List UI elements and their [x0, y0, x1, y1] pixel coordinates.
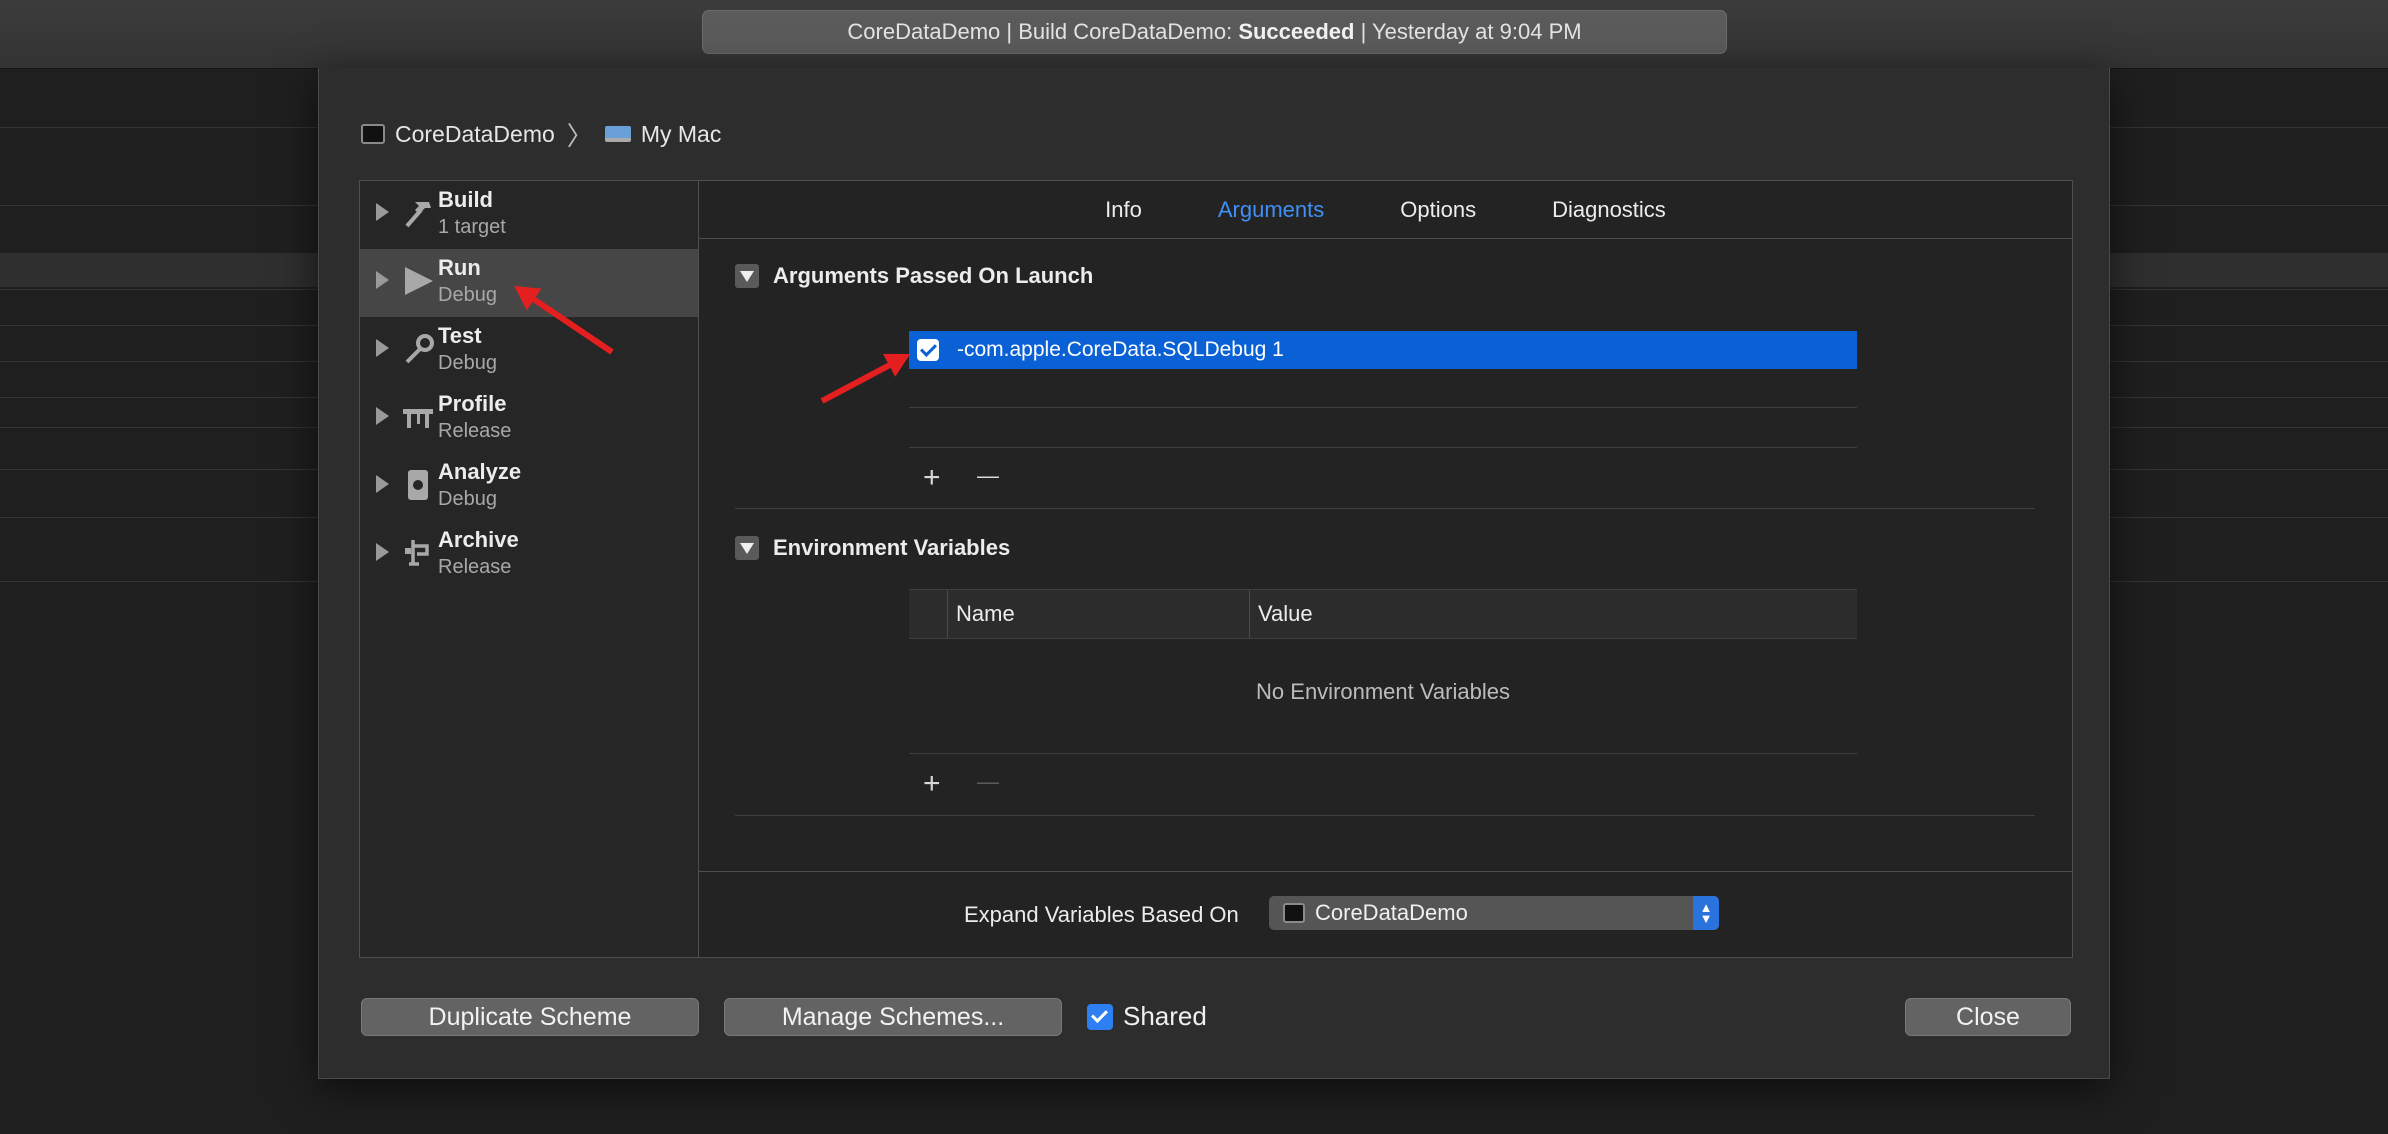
expand-variables-bar: Expand Variables Based On CoreDataDemo ▲… — [699, 871, 2072, 958]
sidebar-item-test[interactable]: Test Debug — [360, 317, 698, 385]
disclosure-icon[interactable] — [376, 339, 389, 357]
sidebar-item-title: Test — [438, 323, 482, 348]
sidebar-item-subtitle: Debug — [438, 352, 497, 374]
status-result: Succeeded — [1238, 19, 1355, 44]
argument-value[interactable]: -com.apple.CoreData.SQLDebug 1 — [957, 338, 1284, 362]
laptop-icon — [604, 126, 631, 142]
breadcrumb-destination[interactable]: My Mac — [641, 121, 722, 148]
disclosure-icon[interactable] — [376, 475, 389, 493]
sidebar-item-analyze[interactable]: Analyze Debug — [360, 453, 698, 521]
shared-checkbox[interactable] — [1087, 1003, 1113, 1030]
column-value-label: Value — [1258, 601, 1313, 626]
archive-icon — [400, 533, 436, 573]
remove-argument-button[interactable]: — — [977, 461, 999, 491]
disclosure-icon[interactable] — [376, 271, 389, 289]
column-name[interactable]: Name — [947, 590, 1246, 638]
sidebar-item-title: Run — [438, 255, 481, 280]
scheme-editor-sheet: CoreDataDemo 〉 My Mac Build 1 target Run… — [318, 68, 2110, 1079]
close-button[interactable]: Close — [1905, 998, 2071, 1036]
tab-arguments[interactable]: Arguments — [1180, 197, 1362, 223]
wrench-icon — [400, 329, 436, 369]
sidebar-item-profile[interactable]: Profile Release — [360, 385, 698, 453]
environment-table-header: Name Value — [909, 589, 1857, 639]
app-icon — [361, 124, 385, 144]
shared-label: Shared — [1123, 1001, 1207, 1031]
chevron-updown-icon: ▲ ▼ — [1693, 896, 1719, 930]
expand-variables-popup[interactable]: CoreDataDemo ▲ ▼ — [1269, 896, 1719, 930]
tab-options[interactable]: Options — [1362, 197, 1514, 223]
popup-value: CoreDataDemo — [1315, 900, 1468, 925]
disclosure-icon[interactable] — [376, 543, 389, 561]
tab-diagnostics[interactable]: Diagnostics — [1514, 197, 1704, 223]
app-icon — [1283, 903, 1305, 923]
sidebar-item-build[interactable]: Build 1 target — [360, 181, 698, 249]
empty-state-text: No Environment Variables — [1256, 679, 1510, 704]
sidebar-item-archive[interactable]: Archive Release — [360, 521, 698, 589]
play-icon — [400, 261, 436, 301]
disclosure-icon[interactable] — [376, 407, 389, 425]
column-value[interactable]: Value — [1249, 590, 1858, 638]
sidebar-item-title: Profile — [438, 391, 507, 416]
sidebar-item-title: Analyze — [438, 459, 522, 484]
arguments-section-header[interactable]: Arguments Passed On Launch — [735, 263, 1093, 289]
manage-schemes-button[interactable]: Manage Schemes... — [724, 998, 1062, 1036]
add-variable-button[interactable]: + — [923, 769, 941, 799]
status-suffix: | Yesterday at 9:04 PM — [1354, 19, 1582, 44]
collapse-triangle-icon[interactable] — [735, 264, 759, 288]
chevron-right-icon: 〉 — [566, 120, 593, 151]
sidebar-item-subtitle: Release — [438, 420, 512, 442]
sidebar-item-subtitle: Debug — [438, 488, 497, 510]
column-name-label: Name — [956, 601, 1015, 626]
tab-bar: Info Arguments Options Diagnostics — [699, 181, 2072, 239]
status-prefix: CoreDataDemo | Build CoreDataDemo: — [847, 19, 1239, 44]
sidebar-item-title: Archive — [438, 527, 519, 552]
tab-info[interactable]: Info — [1067, 197, 1180, 223]
argument-checkbox[interactable] — [917, 339, 939, 361]
scheme-panel: Build 1 target Run Debug Test Debug Prof… — [359, 180, 2073, 958]
collapse-triangle-icon[interactable] — [735, 536, 759, 560]
activity-status: CoreDataDemo | Build CoreDataDemo: Succe… — [702, 10, 1727, 54]
breadcrumb-scheme[interactable]: CoreDataDemo — [395, 121, 555, 148]
shared-toggle[interactable]: Shared — [1087, 1001, 1207, 1032]
duplicate-scheme-button[interactable]: Duplicate Scheme — [361, 998, 699, 1036]
sidebar-item-subtitle: 1 target — [438, 216, 506, 238]
toolbar: CoreDataDemo | Build CoreDataDemo: Succe… — [0, 0, 2388, 69]
section-title: Arguments Passed On Launch — [773, 263, 1094, 288]
argument-row[interactable]: -com.apple.CoreData.SQLDebug 1 — [909, 331, 1857, 369]
section-title: Environment Variables — [773, 535, 1011, 560]
run-action-content: Info Arguments Options Diagnostics Argum… — [699, 181, 2072, 957]
sidebar-item-subtitle: Release — [438, 556, 512, 578]
disclosure-icon[interactable] — [376, 203, 389, 221]
hammer-icon — [400, 193, 436, 233]
sidebar-item-subtitle: Debug — [438, 284, 497, 306]
instruments-icon — [400, 397, 436, 437]
remove-variable-button: — — [977, 769, 999, 794]
environment-section-header[interactable]: Environment Variables — [735, 535, 1010, 561]
analyze-icon — [400, 465, 436, 505]
breadcrumb: CoreDataDemo 〉 My Mac — [361, 116, 721, 152]
add-argument-button[interactable]: + — [923, 463, 941, 493]
sidebar-item-title: Build — [438, 187, 493, 212]
expand-label: Expand Variables Based On — [964, 902, 1239, 927]
